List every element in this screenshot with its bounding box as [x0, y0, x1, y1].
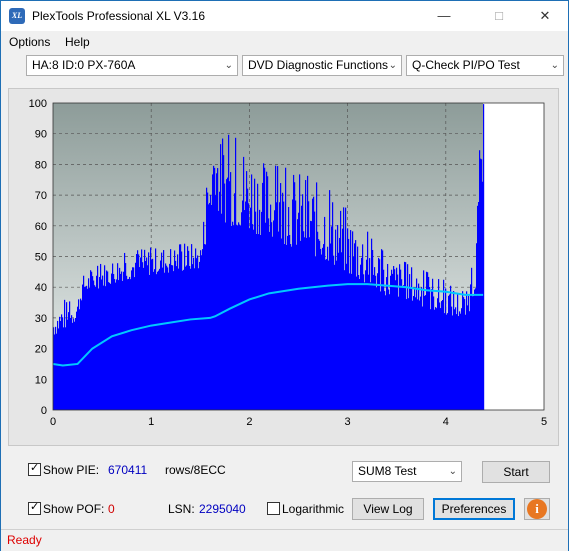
- show-pie-checkbox[interactable]: ✓: [28, 462, 41, 476]
- maximize-icon: □: [495, 8, 503, 23]
- control-panel: ✓ Show PIE: 670411 rows/8ECC SUM8 Test ⌄…: [8, 452, 557, 526]
- view-log-button[interactable]: View Log: [352, 498, 424, 520]
- y-tick-label: 100: [29, 98, 47, 110]
- toolbar: HA:8 ID:0 PX-760A ⌄ DVD Diagnostic Funct…: [1, 52, 568, 82]
- logarithmic-label: Logarithmic: [282, 502, 345, 516]
- sum-test-select[interactable]: SUM8 Test ⌄: [352, 461, 462, 482]
- y-tick-label: 70: [35, 190, 47, 202]
- chevron-down-icon: ⌄: [224, 60, 233, 71]
- status-bar: Ready: [1, 529, 568, 551]
- pie-value: 670411: [108, 463, 148, 477]
- info-button[interactable]: i: [524, 498, 550, 520]
- pi-bar: [483, 104, 485, 410]
- app-logo-icon: XL: [9, 8, 25, 24]
- test-select[interactable]: Q-Check PI/PO Test ⌄: [406, 55, 564, 76]
- y-tick-label: 50: [35, 252, 47, 264]
- minimize-button[interactable]: —: [421, 1, 467, 31]
- close-icon: ✕: [539, 8, 551, 23]
- preferences-button[interactable]: Preferences: [433, 498, 515, 520]
- chevron-down-icon: ⌄: [388, 60, 397, 71]
- chevron-down-icon: ⌄: [550, 60, 559, 71]
- y-tick-label: 0: [41, 405, 47, 417]
- function-select[interactable]: DVD Diagnostic Functions ⌄: [242, 55, 402, 76]
- menu-help[interactable]: Help: [65, 35, 90, 49]
- menu-options[interactable]: Options: [9, 35, 50, 49]
- logarithmic-checkbox[interactable]: [267, 502, 280, 515]
- rows-unit-label: rows/8ECC: [165, 463, 226, 477]
- y-tick-label: 90: [35, 129, 47, 141]
- status-text: Ready: [7, 533, 42, 547]
- lsn-value: 2295040: [199, 502, 246, 516]
- unused-area: [483, 103, 544, 410]
- y-tick-label: 30: [35, 313, 47, 325]
- minimize-icon: —: [437, 8, 451, 23]
- x-tick-label: 1: [148, 416, 154, 428]
- function-select-value: DVD Diagnostic Functions: [248, 58, 389, 72]
- info-icon: i: [527, 499, 547, 519]
- x-tick-label: 0: [50, 416, 56, 428]
- show-poe-label: Show POF:: [43, 502, 105, 516]
- y-tick-label: 80: [35, 159, 47, 171]
- show-pie-label: Show PIE:: [43, 463, 100, 477]
- y-tick-label: 10: [35, 374, 47, 386]
- y-tick-label: 40: [35, 282, 47, 294]
- x-tick-label: 3: [345, 416, 351, 428]
- checkmark-icon: ✓: [30, 462, 40, 474]
- start-button[interactable]: Start: [482, 461, 550, 483]
- pi-po-chart: 0 10 20 30 40 50 60 70 80 90 100 0 1 2 3 4 5: [29, 98, 547, 428]
- x-tick-label: 2: [246, 416, 252, 428]
- title-bar: XL PlexTools Professional XL V3.16 — □ ✕: [1, 1, 568, 31]
- y-tick-label: 60: [35, 221, 47, 233]
- sum-test-value: SUM8 Test: [358, 464, 417, 478]
- x-tick-label: 4: [443, 416, 449, 428]
- drive-select[interactable]: HA:8 ID:0 PX-760A ⌄: [26, 55, 238, 76]
- test-select-value: Q-Check PI/PO Test: [412, 58, 520, 72]
- close-button[interactable]: ✕: [522, 1, 568, 31]
- window-title: PlexTools Professional XL V3.16: [32, 9, 205, 23]
- maximize-button[interactable]: □: [476, 1, 522, 31]
- chevron-down-icon: ⌄: [448, 466, 457, 477]
- x-tick-label: 5: [541, 416, 547, 428]
- checkmark-icon: ✓: [30, 501, 40, 513]
- chart-panel: 0 10 20 30 40 50 60 70 80 90 100 0 1 2 3 4 5: [8, 88, 559, 446]
- show-poe-checkbox[interactable]: ✓: [28, 501, 41, 515]
- app-window: XL PlexTools Professional XL V3.16 — □ ✕…: [0, 0, 569, 551]
- lsn-label: LSN:: [168, 502, 195, 516]
- y-tick-label: 20: [35, 344, 47, 356]
- menu-bar: Options Help: [1, 32, 568, 52]
- poe-value: 0: [108, 502, 115, 516]
- drive-select-value: HA:8 ID:0 PX-760A: [32, 58, 136, 72]
